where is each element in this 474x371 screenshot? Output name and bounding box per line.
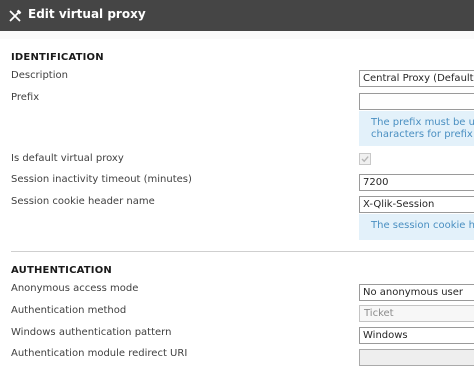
dialog-header-gap	[0, 31, 474, 39]
timeout-input[interactable]: 7200	[359, 174, 474, 191]
dialog-title: Edit virtual proxy	[28, 7, 146, 21]
default-proxy-checkbox[interactable]	[359, 153, 371, 165]
identification-heading: IDENTIFICATION	[11, 52, 104, 63]
description-input[interactable]: Central Proxy (Default)	[359, 70, 474, 87]
prefix-hint-line2: characters for prefix ar	[371, 129, 474, 140]
redirect-uri-label: Authentication module redirect URI	[11, 348, 188, 359]
dialog-titlebar: Edit virtual proxy	[0, 0, 474, 31]
checkmark-icon	[361, 156, 369, 163]
anonymous-access-select[interactable]: No anonymous user	[359, 284, 474, 301]
cookie-hint: The session cookie hea	[359, 214, 474, 240]
cookie-header-input[interactable]: X-Qlik-Session	[359, 196, 474, 213]
authentication-heading: AUTHENTICATION	[11, 265, 112, 276]
prefix-hint-line1: The prefix must be uni	[371, 117, 474, 128]
prefix-input[interactable]	[359, 93, 474, 110]
section-divider	[11, 251, 474, 252]
auth-method-select[interactable]: Ticket	[359, 305, 474, 322]
anonymous-access-label: Anonymous access mode	[11, 283, 139, 294]
prefix-label: Prefix	[11, 92, 40, 103]
timeout-label: Session inactivity timeout (minutes)	[11, 174, 192, 185]
edit-tools-icon	[9, 9, 22, 22]
default-proxy-label: Is default virtual proxy	[11, 153, 124, 164]
auth-method-label: Authentication method	[11, 305, 127, 316]
windows-pattern-input[interactable]: Windows	[359, 327, 474, 344]
description-label: Description	[11, 70, 68, 81]
cookie-header-label: Session cookie header name	[11, 196, 155, 207]
windows-pattern-label: Windows authentication pattern	[11, 327, 172, 338]
prefix-hint: The prefix must be uni characters for pr…	[359, 111, 474, 146]
redirect-uri-input[interactable]	[359, 349, 474, 366]
